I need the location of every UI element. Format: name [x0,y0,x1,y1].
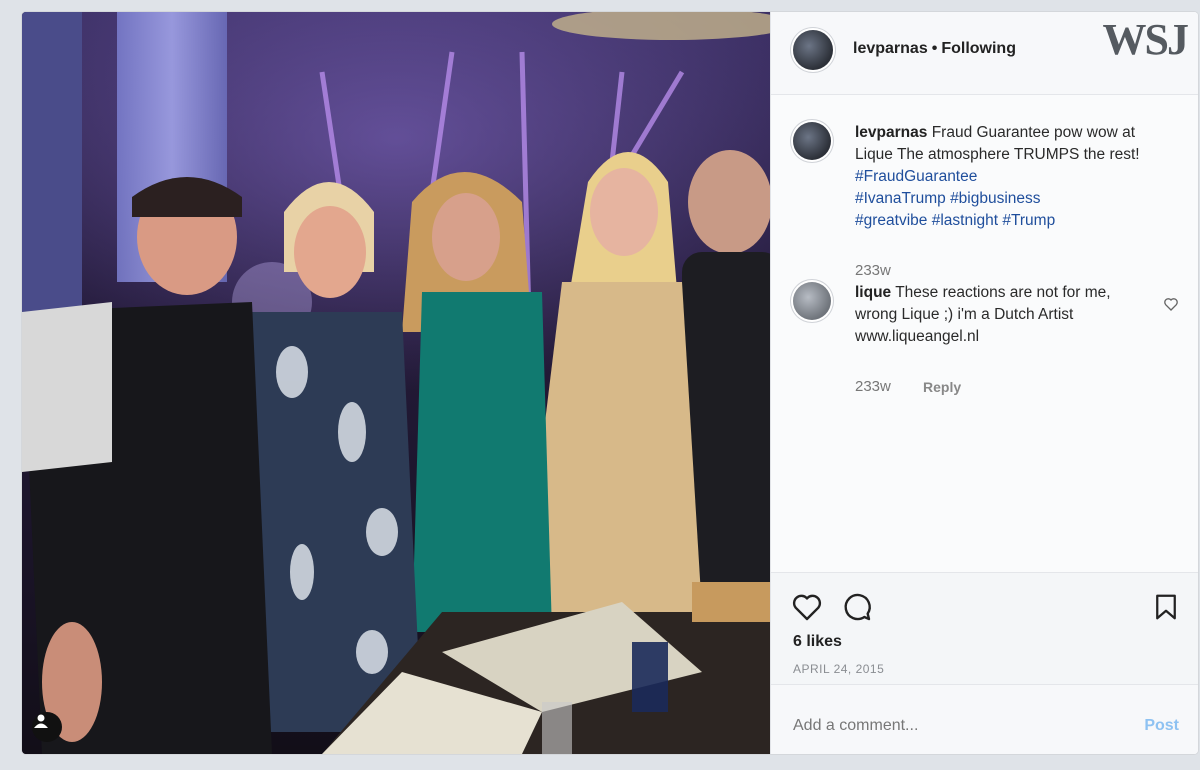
wsj-watermark: WSJ [1102,15,1189,64]
caption: levparnas Fraud Guarantee pow wow at Liq… [793,122,1183,279]
comment-text-block: lique These reactions are not for me, wr… [855,282,1155,348]
follow-status[interactable]: Following [941,40,1016,57]
post-side-panel: levparnas • Following WSJ levparnas Fraud … [770,12,1198,754]
likes-count[interactable]: 6 likes [793,633,842,651]
comment-input[interactable]: Add a comment... [793,717,918,735]
add-comment-bar: Add a comment... Post [771,684,1198,754]
comments-section: levparnas Fraud Guarantee pow wow at Liq… [771,96,1198,566]
reply-button[interactable]: Reply [923,379,961,395]
comment-icon[interactable] [841,591,873,623]
header-username[interactable]: levparnas [853,40,928,57]
post-photo[interactable] [22,12,770,754]
header-separator: • [931,40,938,57]
post-actions: 6 likes APRIL 24, 2015 [771,572,1198,685]
photo-illustration [22,12,770,754]
comment-like-heart-icon[interactable] [1163,296,1179,312]
user-tag-icon[interactable] [32,712,62,742]
comment-text: These reactions are not for me, wrong Li… [855,284,1111,345]
hashtag-link[interactable]: #FraudGuarantee [855,168,977,185]
hashtag-link[interactable]: #Trump [1002,212,1055,229]
bookmark-icon[interactable] [1151,591,1181,623]
comment-item: lique These reactions are not for me, wr… [793,282,1183,402]
hashtag-link[interactable]: #lastnight [932,212,998,229]
caption-avatar[interactable] [793,122,831,160]
author-avatar[interactable] [793,30,833,70]
instagram-post-embed: levparnas • Following WSJ levparnas Fraud … [22,12,1198,754]
comment-age[interactable]: 233w [855,378,891,395]
hashtag-link[interactable]: #greatvibe [855,212,927,229]
comment-username[interactable]: lique [855,284,891,301]
post-button[interactable]: Post [1144,717,1179,735]
hashtag-link[interactable]: #IvanaTrump [855,190,946,207]
caption-text-block: levparnas Fraud Guarantee pow wow at Liq… [855,122,1155,232]
hashtag-link[interactable]: #bigbusiness [950,190,1040,207]
caption-username[interactable]: levparnas [855,124,927,141]
post-date[interactable]: APRIL 24, 2015 [793,662,884,676]
heart-icon[interactable] [791,591,823,623]
comment-avatar[interactable] [793,282,831,320]
header-user-line: levparnas • Following [853,40,1016,58]
post-header: levparnas • Following WSJ [771,12,1198,95]
caption-age[interactable]: 233w [855,262,891,279]
